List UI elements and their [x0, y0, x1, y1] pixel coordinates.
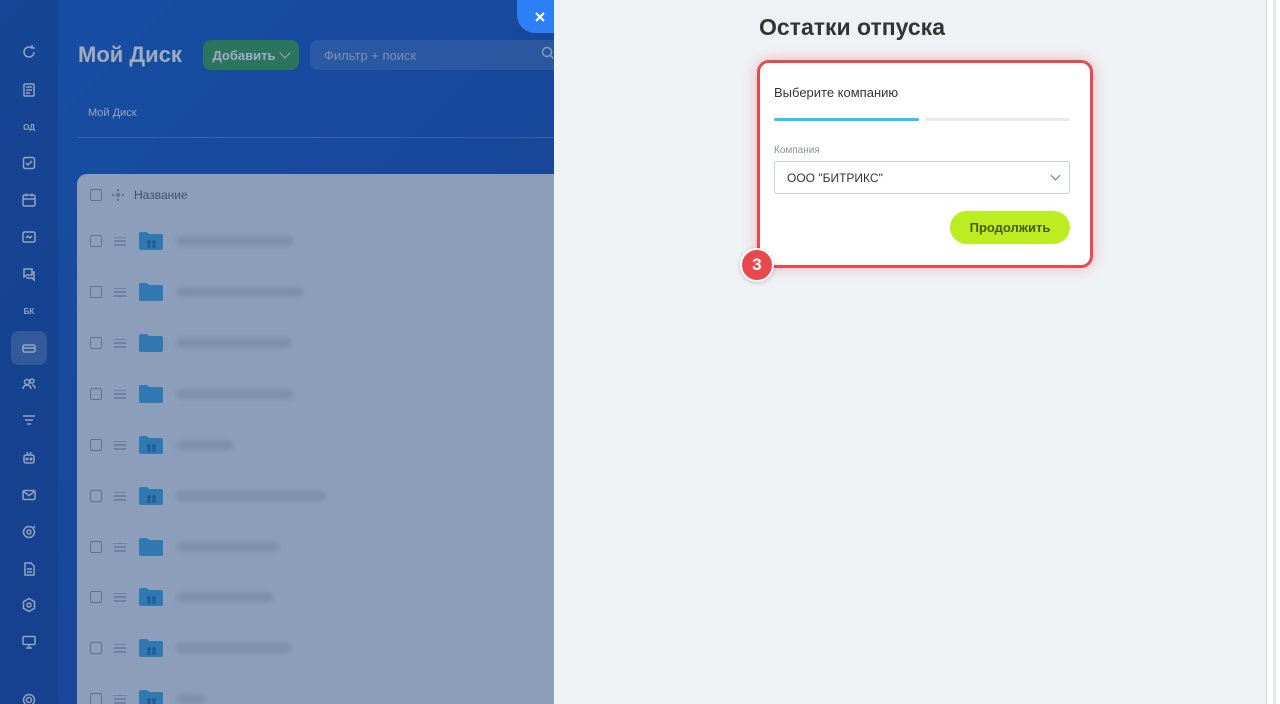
company-select-value: ООО "БИТРИКС": [787, 170, 883, 185]
slider-title: Остатки отпуска: [759, 14, 945, 40]
vacation-balance-slider: Остатки отпуска Выберите компанию Компан…: [554, 0, 1266, 704]
modal-backdrop[interactable]: [0, 0, 554, 704]
chevron-down-icon: [1050, 170, 1061, 181]
company-select-card: Выберите компанию Компания ООО "БИТРИКС"…: [760, 63, 1090, 265]
scrollbar-track[interactable]: [1273, 0, 1276, 704]
close-slider-button[interactable]: [517, 0, 557, 33]
card-heading: Выберите компанию: [774, 85, 899, 100]
company-select[interactable]: ООО "БИТРИКС": [774, 161, 1070, 194]
progress-step-2: [925, 118, 1070, 121]
progress-step-1: [774, 118, 919, 121]
continue-button[interactable]: Продолжить: [950, 211, 1070, 244]
step-progress: [774, 118, 1070, 121]
company-field-label: Компания: [774, 145, 820, 156]
step-number-badge: 3: [740, 248, 774, 282]
close-icon: [535, 11, 545, 22]
scrollbar[interactable]: [1266, 0, 1280, 704]
